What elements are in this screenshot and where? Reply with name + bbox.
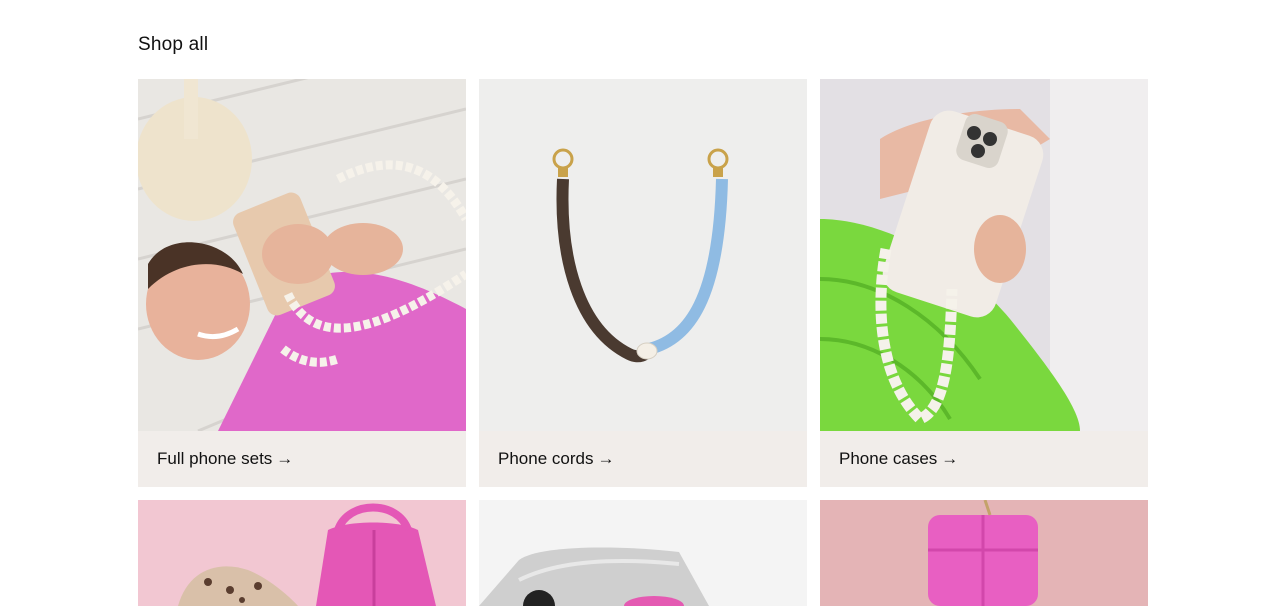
category-card-phone-cases[interactable]: Phone cases → (820, 79, 1148, 487)
category-image-full-phone-sets[interactable] (138, 79, 466, 431)
category-link-phone-cases[interactable]: Phone cases → (839, 449, 958, 469)
category-label: Phone cords (498, 449, 594, 468)
category-image-pouches[interactable] (820, 500, 1148, 606)
section-title: Shop all (138, 34, 209, 55)
category-label: Phone cases (839, 449, 938, 468)
category-caption[interactable]: Full phone sets → (138, 431, 466, 487)
category-link-phone-cords[interactable]: Phone cords → (498, 449, 614, 469)
category-link-full-phone-sets[interactable]: Full phone sets → (157, 449, 293, 469)
arrow-right-icon: → (941, 449, 959, 468)
category-caption[interactable]: Phone cords → (479, 431, 807, 487)
category-caption[interactable]: Phone cases → (820, 431, 1148, 487)
category-label: Full phone sets (157, 449, 273, 468)
arrow-right-icon: → (276, 449, 294, 468)
category-image-bags[interactable] (138, 500, 466, 606)
category-image-phone-cords[interactable] (479, 79, 807, 431)
arrow-right-icon: → (597, 449, 615, 468)
category-card-phone-cords[interactable]: Phone cords → (479, 79, 807, 487)
category-card-full-phone-sets[interactable]: Full phone sets → (138, 79, 466, 487)
category-image-phone-cases[interactable] (820, 79, 1148, 431)
category-image-cases-clear[interactable] (479, 500, 807, 606)
